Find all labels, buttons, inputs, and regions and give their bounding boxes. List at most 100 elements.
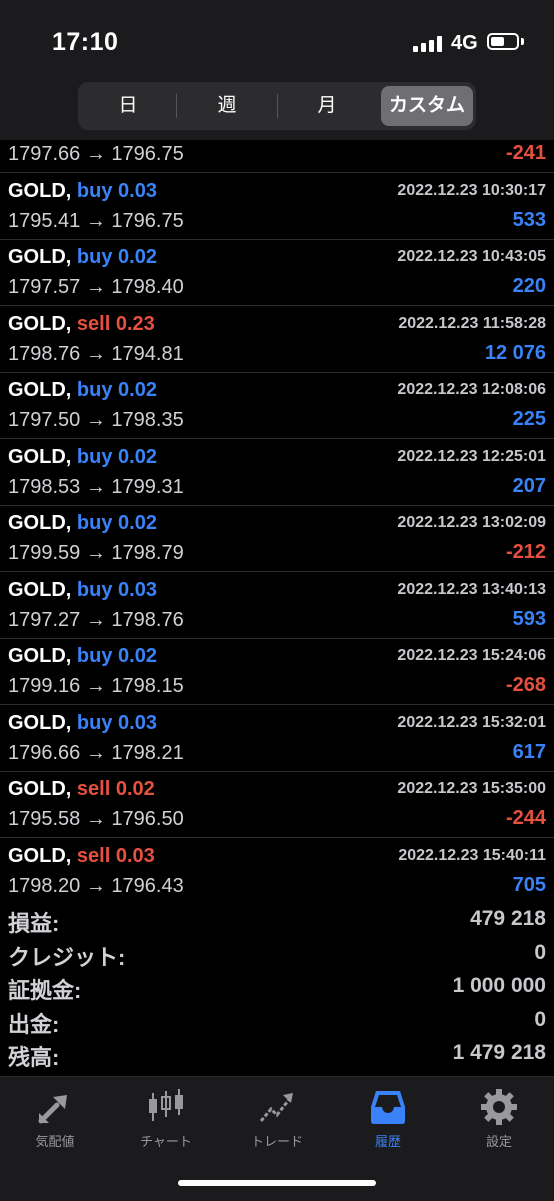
trade-title: GOLD, buy 0.03: [8, 579, 157, 602]
trade-datetime: 2022.12.23 13:40:13: [397, 580, 546, 598]
trade-symbol: GOLD,: [8, 246, 72, 268]
trade-row[interactable]: GOLD, buy 0.03 2022.12.23 13:40:13 1797.27…: [0, 573, 554, 639]
trade-side: sell: [76, 312, 111, 335]
trade-lot: 0.23: [115, 312, 155, 335]
trade-lot: 0.03: [118, 711, 157, 734]
trade-prices: 1795.58 → 1796.50: [8, 808, 184, 830]
trade-side: buy: [76, 379, 113, 401]
trade-datetime: 2022.12.23 10:43:05: [397, 248, 546, 265]
trade-prices: 1798.20 → 1796.43: [8, 874, 184, 897]
trade-symbol: GOLD,: [8, 512, 72, 534]
trade-prices: 1798.76 → 1794.81: [8, 342, 184, 365]
trade-side: buy: [76, 578, 113, 601]
trade-row[interactable]: GOLD, buy 0.02 2022.12.23 12:25:01 1798.53…: [0, 440, 554, 506]
trade-row[interactable]: 1797.66 → 1796.75 -241: [0, 140, 554, 173]
trade-row[interactable]: GOLD, buy 0.02 2022.12.23 13:02:09 1799.59…: [0, 506, 554, 572]
period-segmented-control: 日 週 月 カスタム: [78, 82, 476, 130]
trade-row[interactable]: GOLD, buy 0.02 2022.12.23 12:08:06 1797.50…: [0, 373, 554, 439]
trade-lot: 0.02: [115, 778, 155, 800]
trade-prices: 1799.16 → 1798.15: [8, 675, 184, 697]
trade-datetime: 2022.12.23 15:24:06: [397, 647, 546, 664]
trade-prices: 1795.41 → 1796.75: [8, 209, 184, 232]
trade-profit: 617: [512, 740, 546, 763]
trade-datetime: 2022.12.23 15:32:01: [397, 713, 546, 731]
trade-row[interactable]: GOLD, buy 0.03 2022.12.23 10:30:17 1795.41…: [0, 174, 554, 240]
trade-lot: 0.02: [118, 445, 157, 468]
settings-icon: [481, 1089, 517, 1125]
trade-prices: 1797.57 → 1798.40: [8, 276, 184, 298]
trade-row[interactable]: GOLD, buy 0.02 2022.12.23 10:43:05 1797.57…: [0, 240, 554, 306]
summary-label: 証拠金:: [8, 978, 82, 1003]
summary-label: 残高:: [8, 1045, 60, 1070]
summary-label: 出金:: [8, 1011, 60, 1037]
tab-trade[interactable]: トレード: [222, 1077, 332, 1157]
trade-datetime: 2022.12.23 13:02:09: [397, 514, 546, 531]
trade-symbol: GOLD,: [8, 379, 72, 401]
tab-week[interactable]: 週: [178, 86, 276, 126]
trade-symbol: GOLD,: [8, 711, 72, 734]
summary-value: 479 218: [470, 907, 546, 930]
trade-row[interactable]: GOLD, sell 0.23 2022.12.23 11:58:28 1798.7…: [0, 307, 554, 373]
summary-value: 1 000 000: [452, 974, 546, 997]
summary-label: クレジット:: [8, 944, 126, 970]
tab-quotes[interactable]: 気配値: [0, 1077, 110, 1157]
tab-history[interactable]: 履歴: [333, 1077, 443, 1157]
trade-profit: -244: [505, 807, 546, 829]
segment-divider: [176, 94, 177, 118]
trade-datetime: 2022.12.23 10:30:17: [397, 181, 546, 199]
trade-lot: 0.02: [118, 379, 157, 401]
trade-lot: 0.03: [115, 844, 155, 867]
trade-prices: 1799.59 → 1798.79: [8, 542, 184, 564]
tab-chart[interactable]: チャート: [111, 1077, 221, 1157]
trade-row[interactable]: GOLD, sell 0.02 2022.12.23 15:35:00 1795.5…: [0, 772, 554, 838]
quotes-icon: [38, 1095, 67, 1124]
trade-profit: 225: [512, 408, 546, 430]
trade-side: buy: [76, 179, 113, 202]
trade-title: GOLD, buy 0.03: [8, 180, 157, 203]
summary-value: 1 479 218: [452, 1041, 546, 1064]
trade-lot: 0.02: [118, 512, 157, 534]
trade-datetime: 2022.12.23 11:58:28: [398, 314, 546, 332]
tab-label: 履歴: [374, 1134, 401, 1149]
tab-day[interactable]: 日: [82, 86, 174, 126]
trade-row[interactable]: GOLD, buy 0.02 2022.12.23 15:24:06 1799.16…: [0, 639, 554, 705]
trade-title: GOLD, sell 0.23: [8, 313, 155, 336]
trade-side: buy: [76, 246, 113, 268]
trade-side: buy: [76, 445, 113, 468]
trade-title: GOLD, buy 0.02: [8, 446, 157, 469]
trade-title: GOLD, buy 0.02: [8, 512, 157, 535]
trade-title: GOLD, sell 0.02: [8, 778, 155, 801]
trade-profit: -241: [505, 142, 546, 164]
summary-label: 損益:: [8, 911, 60, 936]
trade-profit: 533: [512, 208, 546, 231]
network-type: 4G: [451, 32, 478, 54]
trade-symbol: GOLD,: [8, 578, 72, 601]
trade-row[interactable]: GOLD, buy 0.03 2022.12.23 15:32:01 1796.66…: [0, 706, 554, 772]
summary-value: 0: [534, 940, 546, 964]
trade-prices: 1797.66 → 1796.75: [8, 143, 184, 165]
trade-profit: -212: [505, 541, 546, 563]
summary-row: 残高: 1 479 218: [0, 1036, 554, 1070]
trade-row[interactable]: GOLD, sell 0.03 2022.12.23 15:40:11 1798.2…: [0, 839, 554, 901]
period-selector-bar: 日 週 月 カスタム: [0, 80, 554, 140]
tab-month[interactable]: 月: [278, 86, 376, 126]
trade-profit: -268: [505, 674, 546, 696]
trade-datetime: 2022.12.23 15:35:00: [397, 780, 546, 797]
home-indicator[interactable]: [178, 1180, 376, 1186]
trade-side: buy: [76, 711, 113, 734]
trade-title: GOLD, buy 0.02: [8, 645, 157, 668]
trade-side: buy: [76, 512, 113, 534]
trade-symbol: GOLD,: [8, 778, 72, 800]
summary-value: 0: [534, 1007, 546, 1031]
battery-icon: [487, 33, 519, 50]
signal-icon: [413, 36, 443, 52]
trade-profit: 593: [512, 607, 546, 630]
trade-profit: 220: [512, 275, 546, 297]
trade-lot: 0.03: [118, 578, 157, 601]
tab-settings[interactable]: 設定: [444, 1077, 554, 1157]
chart-icon: [149, 1089, 183, 1121]
tab-custom[interactable]: カスタム: [381, 86, 473, 126]
trade-profit: 12 076: [484, 341, 546, 364]
status-time: 17:10: [52, 28, 119, 56]
trade-history-list[interactable]: 1797.66 → 1796.75 -241 GOLD, buy 0.03 2022.…: [0, 140, 554, 900]
